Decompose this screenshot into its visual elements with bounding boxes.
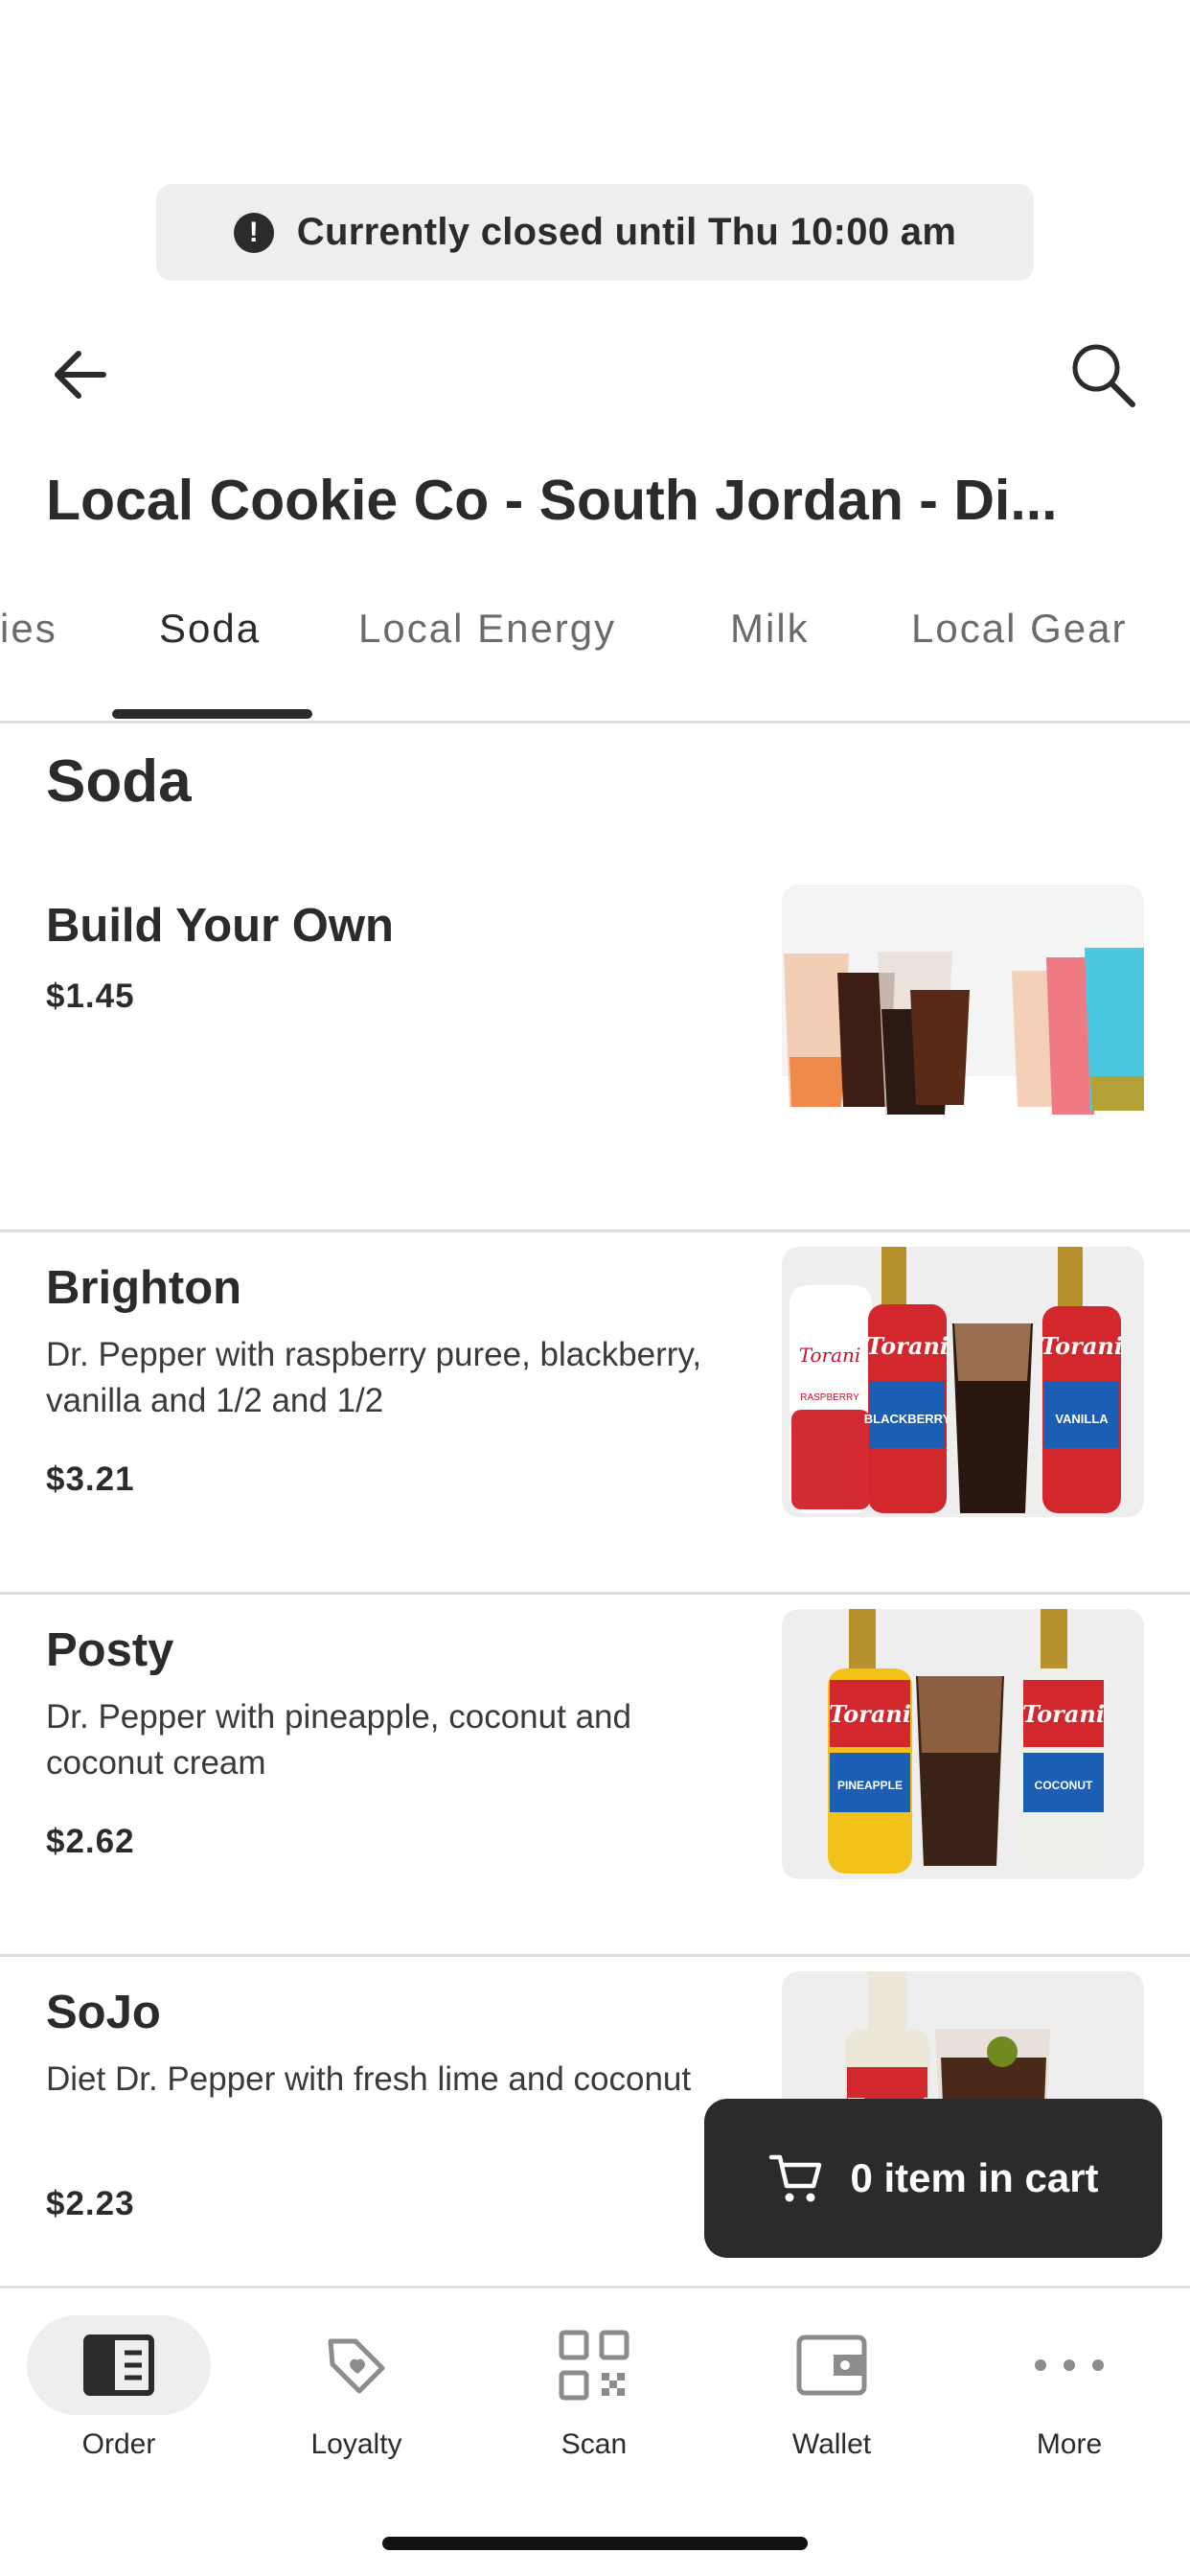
cart-icon	[769, 2154, 822, 2202]
nav-order[interactable]: Order	[27, 2315, 218, 2460]
tag-heart-icon	[328, 2338, 385, 2394]
bottle-brand-label: Torani	[799, 1344, 861, 1367]
item-name: Brighton	[46, 1262, 242, 1314]
tab-local-gear[interactable]: Local Gear	[911, 606, 1127, 652]
bottle-flavor-label: PINEAPPLE	[837, 1779, 903, 1792]
tab-milk[interactable]: Milk	[730, 606, 810, 652]
search-icon	[1072, 344, 1135, 407]
item-name: SoJo	[46, 1987, 161, 2038]
nav-scan[interactable]: Scan	[498, 2315, 690, 2460]
nav-more[interactable]: More	[973, 2315, 1165, 2460]
closed-status-banner: ! Currently closed until Thu 10:00 am	[156, 184, 1034, 281]
closed-status-text: Currently closed until Thu 10:00 am	[296, 211, 957, 253]
item-price: $2.23	[46, 2185, 135, 2222]
bottle-brand-label: Torani	[866, 1332, 949, 1360]
arrow-left-icon	[55, 351, 106, 399]
item-description: Dr. Pepper with raspberry puree, blackbe…	[46, 1336, 702, 1419]
cart-count-label: 0 item in cart	[850, 2155, 1099, 2200]
bottle-flavor-label: COCONUT	[1035, 1779, 1093, 1792]
bottle-brand-label: Torani	[829, 1700, 911, 1728]
bottle-brand-label: Torani	[1022, 1700, 1105, 1728]
item-price: $3.21	[46, 1460, 135, 1498]
wallet-icon	[796, 2334, 867, 2396]
category-tabs: ies Soda Local Energy Milk Local Gear	[0, 585, 1190, 724]
item-name: Posty	[46, 1624, 174, 1676]
nav-label: Scan	[561, 2428, 628, 2460]
store-title: Local Cookie Co - South Jordan - Di...	[46, 469, 1058, 532]
nav-label: Loyalty	[310, 2428, 402, 2460]
search-button[interactable]	[1065, 337, 1140, 412]
item-image: Torani PINEAPPLE Torani COCONUT	[782, 1609, 1144, 1879]
nav-wallet[interactable]: Wallet	[736, 2315, 927, 2460]
menu-item-build-your-own[interactable]: Build Your Own $1.45	[0, 870, 1190, 1232]
tab-soda[interactable]: Soda	[159, 606, 261, 652]
item-description: Diet Dr. Pepper with fresh lime and coco…	[46, 2060, 692, 2098]
menu-item-brighton[interactable]: Brighton Dr. Pepper with raspberry puree…	[0, 1232, 1190, 1595]
item-image	[782, 885, 1144, 1155]
item-name: Build Your Own	[46, 900, 394, 952]
order-menu-icon	[83, 2334, 154, 2396]
bottom-navigation: Order Loyalty Scan Wallet More	[0, 2286, 1190, 2576]
home-indicator	[382, 2537, 808, 2550]
bottle-flavor-label: VANILLA	[1055, 1412, 1109, 1426]
back-button[interactable]	[46, 340, 115, 409]
more-dots-icon	[1035, 2359, 1104, 2371]
view-cart-button[interactable]: 0 item in cart	[704, 2099, 1162, 2258]
nav-loyalty[interactable]: Loyalty	[261, 2315, 452, 2460]
active-tab-indicator	[112, 709, 312, 719]
nav-label: Order	[81, 2428, 156, 2460]
item-price: $2.62	[46, 1823, 135, 1860]
item-description: Dr. Pepper with pineapple, coconut and c…	[46, 1698, 631, 1782]
item-price: $1.45	[46, 978, 135, 1015]
item-image: Torani RASPBERRY Torani BLACKBERRY Toran…	[782, 1247, 1144, 1517]
nav-label: Wallet	[791, 2428, 872, 2460]
bottle-brand-label: Torani	[1041, 1332, 1123, 1360]
menu-item-posty[interactable]: Posty Dr. Pepper with pineapple, coconut…	[0, 1595, 1190, 1957]
section-title: Soda	[46, 748, 192, 815]
nav-label: More	[1036, 2428, 1103, 2460]
qr-code-icon	[559, 2330, 629, 2401]
bottle-flavor-label: RASPBERRY	[800, 1392, 859, 1403]
alert-circle-icon: !	[233, 212, 274, 253]
tab-cookies[interactable]: ies	[0, 606, 57, 652]
tab-local-energy[interactable]: Local Energy	[358, 606, 616, 652]
bottle-flavor-label: BLACKBERRY	[864, 1412, 951, 1426]
